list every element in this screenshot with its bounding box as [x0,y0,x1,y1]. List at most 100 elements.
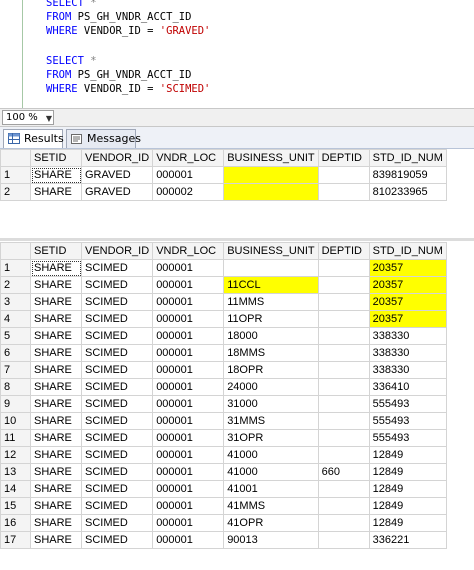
cell-vendor-id[interactable]: SCIMED [80,276,154,294]
cell-vendor-id[interactable]: SCIMED [80,327,154,345]
cell-deptid[interactable] [317,361,370,379]
cell-vendor-id[interactable]: SCIMED [80,378,154,396]
column-header-deptid[interactable]: DEPTID [317,149,370,167]
cell-vendor-id[interactable]: SCIMED [80,531,154,549]
cell-setid[interactable]: SHARE [30,480,82,498]
cell-vendor-id[interactable]: SCIMED [80,259,154,277]
cell-vndr-loc[interactable]: 000001 [152,276,225,294]
row-number[interactable]: 6 [0,344,31,362]
cell-std-id-num[interactable]: 338330 [368,344,447,362]
cell-setid[interactable]: SHARE [30,412,82,430]
row-number[interactable]: 11 [0,429,31,447]
cell-std-id-num[interactable]: 555493 [368,395,447,413]
column-header-setid[interactable]: SETID [30,242,82,260]
row-number[interactable]: 16 [0,514,31,532]
table-row[interactable]: 2 SHARE SCIMED 000001 11CCL 20357 [0,276,447,294]
cell-std-id-num[interactable]: 336410 [368,378,447,396]
cell-business-unit[interactable]: 18000 [223,327,319,345]
row-number[interactable]: 2 [0,276,31,294]
cell-vndr-loc[interactable]: 000001 [152,378,225,396]
code-line[interactable]: WHERE VENDOR_ID = 'GRAVED' [46,24,210,38]
cell-business-unit[interactable]: 24000 [223,378,319,396]
cell-std-id-num[interactable]: 12849 [368,446,447,464]
cell-deptid[interactable] [317,412,370,430]
cell-business-unit[interactable]: 18OPR [223,361,319,379]
cell-vendor-id[interactable]: SCIMED [80,446,154,464]
cell-std-id-num[interactable]: 20357 [368,293,447,311]
cell-vndr-loc[interactable]: 000001 [152,293,225,311]
column-header-vndr-loc[interactable]: VNDR_LOC [152,149,225,167]
cell-vendor-id[interactable]: SCIMED [80,412,154,430]
table-row[interactable]: 15 SHARE SCIMED 000001 41MMS 12849 [0,497,447,515]
cell-deptid[interactable] [317,310,370,328]
cell-std-id-num[interactable]: 336221 [368,531,447,549]
row-number[interactable]: 10 [0,412,31,430]
cell-setid[interactable]: SHARE [30,497,82,515]
cell-business-unit[interactable]: 11CCL [223,276,319,294]
column-header-std-id-num[interactable]: STD_ID_NUM [368,242,447,260]
cell-deptid[interactable] [317,293,370,311]
column-header-setid[interactable]: SETID [30,149,82,167]
cell-std-id-num[interactable]: 338330 [368,361,447,379]
cell-setid[interactable]: SHARE [30,463,82,481]
table-row[interactable]: 8 SHARE SCIMED 000001 24000 336410 [0,378,447,396]
row-number[interactable]: 13 [0,463,31,481]
cell-vndr-loc[interactable]: 000001 [152,395,225,413]
column-header-business-unit[interactable]: BUSINESS_UNIT [223,242,319,260]
cell-business-unit[interactable]: 18MMS [223,344,319,362]
sql-editor[interactable]: SELECT * FROM PS_GH_VNDR_ACCT_ID WHERE V… [0,0,474,108]
cell-setid[interactable]: SHARE [30,310,82,328]
code-line[interactable]: SELECT * [46,54,97,68]
cell-std-id-num[interactable]: 20357 [368,310,447,328]
cell-std-id-num[interactable]: 20357 [368,259,447,277]
cell-setid[interactable]: SHARE [30,531,82,549]
cell-business-unit[interactable]: 41000 [223,463,319,481]
cell-std-id-num[interactable]: 12849 [368,463,447,481]
cell-setid[interactable]: SHARE [30,446,82,464]
cell-setid[interactable]: SHARE [30,276,82,294]
column-header-business-unit[interactable]: BUSINESS_UNIT [223,149,319,167]
cell-vndr-loc[interactable]: 000001 [152,497,225,515]
cell-std-id-num[interactable]: 12849 [368,514,447,532]
cell-vendor-id[interactable]: GRAVED [80,166,154,184]
column-header-vndr-loc[interactable]: VNDR_LOC [152,242,225,260]
grid-splitter[interactable] [0,238,474,241]
row-number[interactable]: 12 [0,446,31,464]
cell-setid[interactable]: SHARE [30,344,82,362]
cell-deptid[interactable] [317,446,370,464]
code-line[interactable]: FROM PS_GH_VNDR_ACCT_ID [46,68,191,82]
column-header-std-id-num[interactable]: STD_ID_NUM [368,149,447,167]
cell-vndr-loc[interactable]: 000001 [152,310,225,328]
code-line[interactable]: SELECT * [46,0,97,10]
row-number[interactable]: 1 [0,166,31,184]
cell-vendor-id[interactable]: GRAVED [80,183,154,201]
cell-deptid[interactable] [317,531,370,549]
table-row[interactable]: 1 SHARE SCIMED 000001 20357 [0,259,447,277]
row-number[interactable]: 2 [0,183,31,201]
code-line[interactable]: WHERE VENDOR_ID = 'SCIMED' [46,82,210,96]
cell-setid[interactable]: SHARE [30,395,82,413]
cell-vndr-loc[interactable]: 000001 [152,480,225,498]
cell-deptid[interactable]: 660 [317,463,370,481]
table-row[interactable]: 16 SHARE SCIMED 000001 41OPR 12849 [0,514,447,532]
cell-business-unit[interactable] [223,183,319,201]
cell-vendor-id[interactable]: SCIMED [80,480,154,498]
cell-setid[interactable]: SHARE [30,514,82,532]
cell-setid[interactable]: SHARE [30,259,82,277]
cell-business-unit[interactable] [223,166,319,184]
column-header-vendor-id[interactable]: VENDOR_ID [80,242,154,260]
cell-business-unit[interactable]: 41000 [223,446,319,464]
cell-setid[interactable]: SHARE [30,429,82,447]
cell-business-unit[interactable]: 41001 [223,480,319,498]
tab-results[interactable]: Results [3,129,64,148]
cell-business-unit[interactable]: 11OPR [223,310,319,328]
cell-std-id-num[interactable]: 839819059 [368,166,447,184]
result-grid-2[interactable]: SETID VENDOR_ID VNDR_LOC BUSINESS_UNIT D… [0,242,447,549]
cell-std-id-num[interactable]: 555493 [368,429,447,447]
cell-setid[interactable]: SHARE [30,183,82,201]
cell-deptid[interactable] [317,166,370,184]
cell-business-unit[interactable]: 11MMS [223,293,319,311]
cell-vndr-loc[interactable]: 000001 [152,327,225,345]
row-number[interactable]: 7 [0,361,31,379]
table-row[interactable]: 14 SHARE SCIMED 000001 41001 12849 [0,480,447,498]
